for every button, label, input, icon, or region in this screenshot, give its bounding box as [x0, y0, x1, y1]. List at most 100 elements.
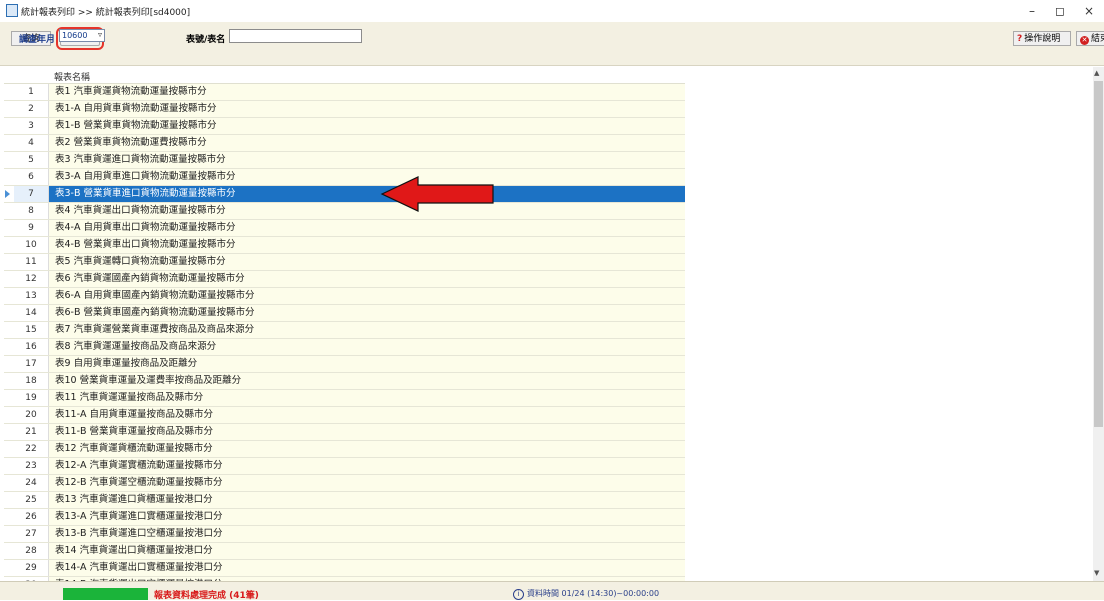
period-select[interactable]: 10600 ▿ [59, 29, 105, 42]
table-row[interactable]: 23 表12-A 汽車貨運實櫃流動運量按縣市分 [4, 458, 685, 475]
table-row[interactable]: 28 表14 汽車貨運出口貨櫃運量按港口分 [4, 543, 685, 560]
help-button[interactable]: ? 操作說明 [1013, 31, 1071, 46]
table-row[interactable]: 20 表11-A 自用貨車運量按商品及縣市分 [4, 407, 685, 424]
row-selector[interactable] [4, 441, 14, 457]
table-row[interactable]: 12 表6 汽車貨運國產內銷貨物流動運量按縣市分 [4, 271, 685, 288]
report-name-cell[interactable]: 表3 汽車貨運進口貨物流動運量按縣市分 [48, 152, 685, 168]
report-name-cell[interactable]: 表4-A 自用貨車出口貨物流動運量按縣市分 [48, 220, 685, 236]
report-name-cell[interactable]: 表7 汽車貨運營業貨車運費按商品及商品來源分 [48, 322, 685, 338]
row-selector[interactable] [4, 475, 14, 491]
report-name-cell[interactable]: 表2 營業貨車貨物流動運費按縣市分 [48, 135, 685, 151]
row-selector[interactable] [4, 526, 14, 542]
report-name-cell[interactable]: 表4 汽車貨運出口貨物流動運量按縣市分 [48, 203, 685, 219]
table-row[interactable]: 21 表11-B 營業貨車運量按商品及縣市分 [4, 424, 685, 441]
row-selector[interactable] [4, 390, 14, 406]
report-name-cell[interactable]: 表11 汽車貨運運量按商品及縣市分 [48, 390, 685, 406]
table-row[interactable]: 8 表4 汽車貨運出口貨物流動運量按縣市分 [4, 203, 685, 220]
report-name-cell[interactable]: 表14 汽車貨運出口貨櫃運量按港口分 [48, 543, 685, 559]
table-row[interactable]: 15 表7 汽車貨運營業貨車運費按商品及商品來源分 [4, 322, 685, 339]
report-name-cell[interactable]: 表13 汽車貨運進口貨櫃運量按港口分 [48, 492, 685, 508]
table-row[interactable]: 27 表13-B 汽車貨運進口空櫃運量按港口分 [4, 526, 685, 543]
report-name-cell[interactable]: 表1-A 自用貨車貨物流動運量按縣市分 [48, 101, 685, 117]
vertical-scrollbar[interactable]: ▲ ▼ [1093, 67, 1104, 581]
row-selector[interactable] [4, 373, 14, 389]
row-selector[interactable] [4, 203, 14, 219]
row-selector[interactable] [4, 237, 14, 253]
report-name-cell[interactable]: 表5 汽車貨運轉口貨物流動運量按縣市分 [48, 254, 685, 270]
table-input[interactable] [229, 29, 362, 43]
table-row[interactable]: 11 表5 汽車貨運轉口貨物流動運量按縣市分 [4, 254, 685, 271]
row-selector[interactable] [4, 152, 14, 168]
report-name-cell[interactable]: 表3-A 自用貨車進口貨物流動運量按縣市分 [48, 169, 685, 185]
table-row[interactable]: 1 表1 汽車貨運貨物流動運量按縣市分 [4, 84, 685, 101]
row-selector[interactable] [4, 305, 14, 321]
row-selector[interactable] [4, 254, 14, 270]
maximize-button[interactable]: ◻ [1049, 2, 1071, 20]
report-name-cell[interactable]: 表13-B 汽車貨運進口空櫃運量按港口分 [48, 526, 685, 542]
report-name-cell[interactable]: 表6 汽車貨運國產內銷貨物流動運量按縣市分 [48, 271, 685, 287]
row-selector[interactable] [4, 407, 14, 423]
row-selector[interactable] [4, 424, 14, 440]
row-selector[interactable] [4, 135, 14, 151]
report-name-cell[interactable]: 表11-B 營業貨車運量按商品及縣市分 [48, 424, 685, 440]
report-name-cell[interactable]: 表3-B 營業貨車進口貨物流動運量按縣市分 [48, 186, 685, 202]
report-name-cell[interactable]: 表13-A 汽車貨運進口實櫃運量按港口分 [48, 509, 685, 525]
row-selector[interactable] [4, 543, 14, 559]
report-name-cell[interactable]: 表10 營業貨車運量及運費率按商品及距離分 [48, 373, 685, 389]
table-row[interactable]: 18 表10 營業貨車運量及運費率按商品及距離分 [4, 373, 685, 390]
table-row[interactable]: 4 表2 營業貨車貨物流動運費按縣市分 [4, 135, 685, 152]
report-name-cell[interactable]: 表11-A 自用貨車運量按商品及縣市分 [48, 407, 685, 423]
report-name-cell[interactable]: 表6-A 自用貨車國產內銷貨物流動運量按縣市分 [48, 288, 685, 304]
scroll-down-icon[interactable]: ▼ [1094, 569, 1099, 577]
row-selector[interactable] [4, 458, 14, 474]
scroll-thumb[interactable] [1094, 81, 1103, 427]
row-selector[interactable] [4, 186, 14, 202]
table-row[interactable]: 7 表3-B 營業貨車進口貨物流動運量按縣市分 [4, 186, 685, 203]
report-name-cell[interactable]: 表8 汽車貨運運量按商品及商品來源分 [48, 339, 685, 355]
table-row[interactable]: 26 表13-A 汽車貨運進口實櫃運量按港口分 [4, 509, 685, 526]
table-row[interactable]: 3 表1-B 營業貨車貨物流動運量按縣市分 [4, 118, 685, 135]
report-name-cell[interactable]: 表12-B 汽車貨運空櫃流動運量按縣市分 [48, 475, 685, 491]
row-selector[interactable] [4, 356, 14, 372]
row-selector[interactable] [4, 509, 14, 525]
row-selector[interactable] [4, 560, 14, 576]
row-selector[interactable] [4, 288, 14, 304]
report-name-cell[interactable]: 表1-B 營業貨車貨物流動運量按縣市分 [48, 118, 685, 134]
row-selector[interactable] [4, 271, 14, 287]
table-row[interactable]: 2 表1-A 自用貨車貨物流動運量按縣市分 [4, 101, 685, 118]
table-row[interactable]: 22 表12 汽車貨運貨櫃流動運量按縣市分 [4, 441, 685, 458]
table-row[interactable]: 14 表6-B 營業貨車國產內銷貨物流動運量按縣市分 [4, 305, 685, 322]
report-name-cell[interactable]: 表12-A 汽車貨運實櫃流動運量按縣市分 [48, 458, 685, 474]
report-name-cell[interactable]: 表9 自用貨車運量按商品及距離分 [48, 356, 685, 372]
report-name-cell[interactable]: 表1 汽車貨運貨物流動運量按縣市分 [48, 84, 685, 100]
row-selector[interactable] [4, 101, 14, 117]
report-name-cell[interactable]: 表6-B 營業貨車國產內銷貨物流動運量按縣市分 [48, 305, 685, 321]
table-row[interactable]: 25 表13 汽車貨運進口貨櫃運量按港口分 [4, 492, 685, 509]
row-selector[interactable] [4, 322, 14, 338]
report-name-cell[interactable]: 表12 汽車貨運貨櫃流動運量按縣市分 [48, 441, 685, 457]
table-row[interactable]: 24 表12-B 汽車貨運空櫃流動運量按縣市分 [4, 475, 685, 492]
row-number: 16 [14, 339, 48, 355]
row-selector[interactable] [4, 492, 14, 508]
table-row[interactable]: 13 表6-A 自用貨車國產內銷貨物流動運量按縣市分 [4, 288, 685, 305]
row-selector[interactable] [4, 118, 14, 134]
close-button[interactable]: × [1078, 2, 1100, 20]
table-row[interactable]: 10 表4-B 營業貨車出口貨物流動運量按縣市分 [4, 237, 685, 254]
table-row[interactable]: 29 表14-A 汽車貨運出口實櫃運量按港口分 [4, 560, 685, 577]
table-row[interactable]: 6 表3-A 自用貨車進口貨物流動運量按縣市分 [4, 169, 685, 186]
scroll-up-icon[interactable]: ▲ [1094, 69, 1099, 77]
table-row[interactable]: 5 表3 汽車貨運進口貨物流動運量按縣市分 [4, 152, 685, 169]
row-selector[interactable] [4, 84, 14, 100]
exit-button[interactable]: ✕結束 [1076, 31, 1104, 46]
minimize-button[interactable]: – [1021, 2, 1043, 20]
table-row[interactable]: 9 表4-A 自用貨車出口貨物流動運量按縣市分 [4, 220, 685, 237]
table-row[interactable]: 17 表9 自用貨車運量按商品及距離分 [4, 356, 685, 373]
report-name-cell[interactable]: 表4-B 營業貨車出口貨物流動運量按縣市分 [48, 237, 685, 253]
row-number: 21 [14, 424, 48, 440]
table-row[interactable]: 19 表11 汽車貨運運量按商品及縣市分 [4, 390, 685, 407]
report-name-cell[interactable]: 表14-A 汽車貨運出口實櫃運量按港口分 [48, 560, 685, 576]
row-selector[interactable] [4, 339, 14, 355]
row-selector[interactable] [4, 169, 14, 185]
row-selector[interactable] [4, 220, 14, 236]
table-row[interactable]: 16 表8 汽車貨運運量按商品及商品來源分 [4, 339, 685, 356]
